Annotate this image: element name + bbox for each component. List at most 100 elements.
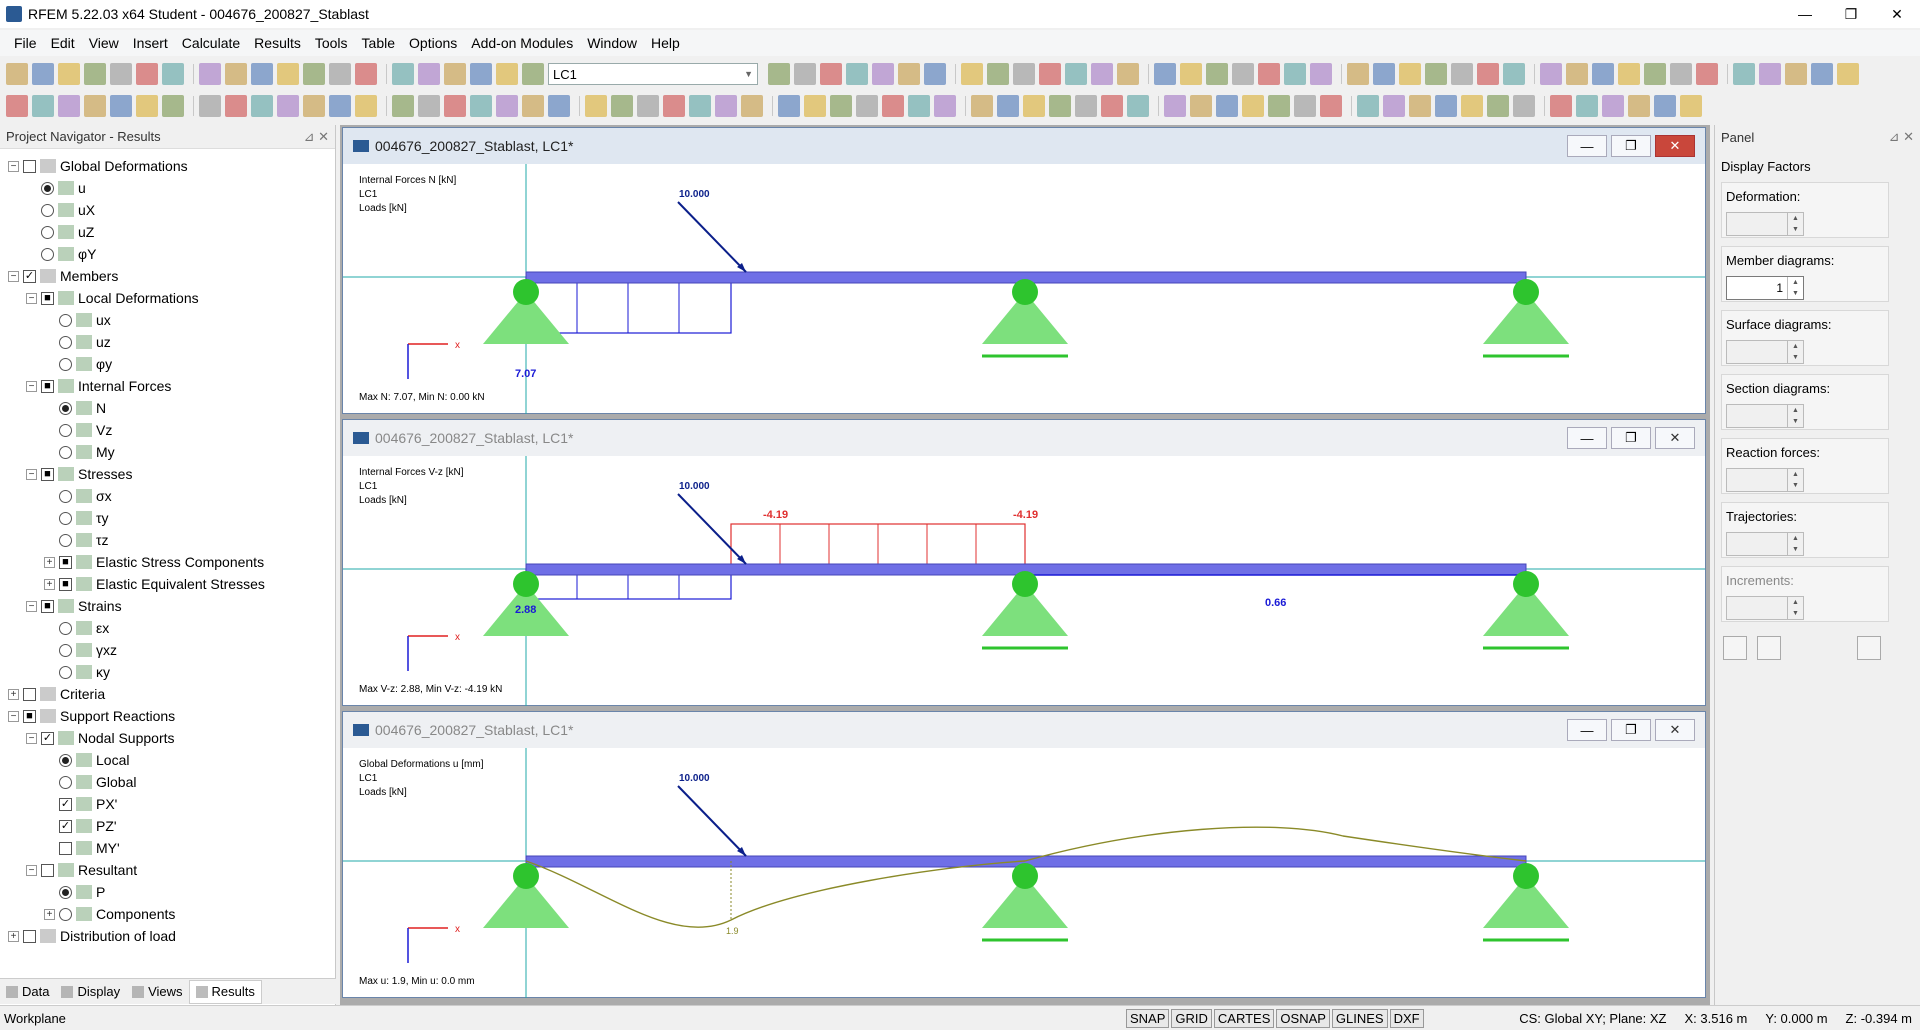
toolbar-tool-icon[interactable] (1117, 63, 1139, 85)
toolbar-tool-icon[interactable] (585, 95, 607, 117)
nav-item[interactable]: Local (0, 749, 335, 771)
menu-add-on-modules[interactable]: Add-on Modules (471, 35, 573, 51)
factor-spinner[interactable]: ▲ ▼ (1726, 468, 1804, 492)
toolbar-tool-icon[interactable] (1242, 95, 1264, 117)
radio-button[interactable] (59, 753, 72, 767)
toolbar-tool-icon[interactable] (987, 63, 1009, 85)
expand-toggle-icon[interactable]: − (26, 292, 37, 304)
toolbar-tool-icon[interactable] (1759, 63, 1781, 85)
win-maximize-button[interactable]: ❐ (1611, 719, 1651, 741)
toolbar-tool-icon[interactable] (908, 95, 930, 117)
checkbox[interactable]: ■ (41, 599, 54, 613)
radio-button[interactable] (59, 885, 72, 899)
toolbar-tool-icon[interactable] (303, 95, 325, 117)
menu-edit[interactable]: Edit (51, 35, 75, 51)
menu-insert[interactable]: Insert (133, 35, 168, 51)
factor-spinner[interactable]: ▲ ▼ (1726, 404, 1804, 428)
expand-toggle-icon[interactable]: + (8, 930, 19, 942)
close-button[interactable]: ✕ (1874, 0, 1920, 28)
nav-tab-display[interactable]: Display (55, 984, 126, 999)
factor-spinner[interactable]: ▲ ▼ (1726, 532, 1804, 556)
nav-item[interactable]: − ■ Local Deformations (0, 287, 335, 309)
nav-item[interactable]: + Distribution of load (0, 925, 335, 947)
checkbox[interactable]: ✓ (59, 797, 72, 811)
spinner-arrows-icon[interactable]: ▲ ▼ (1787, 533, 1803, 555)
toolbar-tool-icon[interactable] (1644, 63, 1666, 85)
toolbar-tool-icon[interactable] (1075, 95, 1097, 117)
nav-item[interactable]: + ■ Elastic Equivalent Stresses (0, 573, 335, 595)
expand-toggle-icon[interactable]: + (44, 556, 55, 568)
toolbar-tool-icon[interactable] (846, 63, 868, 85)
nav-item[interactable]: uz (0, 331, 335, 353)
toolbar-tool-icon[interactable] (1696, 63, 1718, 85)
nav-item[interactable]: − ■ Support Reactions (0, 705, 335, 727)
factor-spinner[interactable]: ▲ ▼ (1726, 340, 1804, 364)
status-toggle-cartes[interactable]: CARTES (1213, 1008, 1275, 1028)
menu-options[interactable]: Options (409, 35, 457, 51)
toolbar-tool-icon[interactable] (1576, 95, 1598, 117)
toolbar-tool-icon[interactable] (199, 95, 221, 117)
win-maximize-button[interactable]: ❐ (1611, 427, 1651, 449)
toolbar-tool-icon[interactable] (1206, 63, 1228, 85)
diagram-canvas[interactable]: 10.000 7.07 x (343, 164, 1705, 414)
toolbar-tool-icon[interactable] (548, 95, 570, 117)
toolbar-tool-icon[interactable] (1383, 95, 1405, 117)
toolbar-tool-icon[interactable] (1320, 95, 1342, 117)
toolbar-tool-icon[interactable] (1425, 63, 1447, 85)
radio-button[interactable] (59, 357, 72, 371)
toolbar-tool-icon[interactable] (934, 95, 956, 117)
toolbar-tool-icon[interactable] (872, 63, 894, 85)
win-minimize-button[interactable]: — (1567, 427, 1607, 449)
spinner-arrows-icon[interactable]: ▲ ▼ (1787, 469, 1803, 491)
menu-help[interactable]: Help (651, 35, 680, 51)
toolbar-tool-icon[interactable] (329, 95, 351, 117)
view-window-n[interactable]: 004676_200827_Stablast, LC1* — ❐ ✕ Interna… (342, 127, 1706, 414)
toolbar-tool-icon[interactable] (1670, 63, 1692, 85)
menu-calculate[interactable]: Calculate (182, 35, 240, 51)
toolbar-tool-icon[interactable] (1513, 95, 1535, 117)
toolbar-tool-icon[interactable] (277, 63, 299, 85)
checkbox[interactable] (41, 863, 54, 877)
toolbar-tool-icon[interactable] (496, 95, 518, 117)
toolbar-tool-icon[interactable] (1435, 95, 1457, 117)
menu-file[interactable]: File (14, 35, 37, 51)
toolbar-tool-icon[interactable] (1811, 63, 1833, 85)
toolbar-tool-icon[interactable] (84, 95, 106, 117)
nav-item[interactable]: τy (0, 507, 335, 529)
toolbar-tool-icon[interactable] (741, 95, 763, 117)
radio-button[interactable] (41, 203, 54, 217)
toolbar-tool-icon[interactable] (1039, 63, 1061, 85)
nav-item[interactable]: Vz (0, 419, 335, 441)
toolbar-tool-icon[interactable] (1592, 63, 1614, 85)
nav-item[interactable]: + ■ Elastic Stress Components (0, 551, 335, 573)
toolbar-tool-icon[interactable] (1268, 95, 1290, 117)
toolbar-tool-icon[interactable] (1101, 95, 1123, 117)
toolbar-tool-icon[interactable] (1618, 63, 1640, 85)
toolbar-tool-icon[interactable] (1837, 63, 1859, 85)
toolbar-tool-icon[interactable] (470, 95, 492, 117)
status-toggle-glines[interactable]: GLINES (1331, 1008, 1388, 1028)
diagram-canvas[interactable]: 10.000 -4.19 -4.19 2.88 0.66 x (343, 456, 1705, 706)
toolbar-tool-icon[interactable] (355, 95, 377, 117)
nav-item[interactable]: P (0, 881, 335, 903)
nav-item[interactable]: ux (0, 309, 335, 331)
nav-tab-views[interactable]: Views (126, 984, 188, 999)
checkbox[interactable] (59, 841, 72, 855)
toolbar-tool-icon[interactable] (1654, 95, 1676, 117)
expand-toggle-icon[interactable]: − (26, 468, 37, 480)
nav-item[interactable]: − ■ Internal Forces (0, 375, 335, 397)
toolbar-tool-icon[interactable] (199, 63, 221, 85)
toolbar-tool-icon[interactable] (768, 63, 790, 85)
toolbar-tool-icon[interactable] (1294, 95, 1316, 117)
toolbar-tool-icon[interactable] (1540, 63, 1562, 85)
toolbar-tool-icon[interactable] (1461, 95, 1483, 117)
toolbar-tool-icon[interactable] (997, 95, 1019, 117)
nav-item[interactable]: φY (0, 243, 335, 265)
radio-button[interactable] (59, 335, 72, 349)
toolbar-tool-icon[interactable] (84, 63, 106, 85)
expand-toggle-icon[interactable]: − (8, 710, 19, 722)
checkbox[interactable] (23, 687, 36, 701)
toolbar-tool-icon[interactable] (136, 63, 158, 85)
toolbar-tool-icon[interactable] (689, 95, 711, 117)
toolbar-tool-icon[interactable] (637, 95, 659, 117)
